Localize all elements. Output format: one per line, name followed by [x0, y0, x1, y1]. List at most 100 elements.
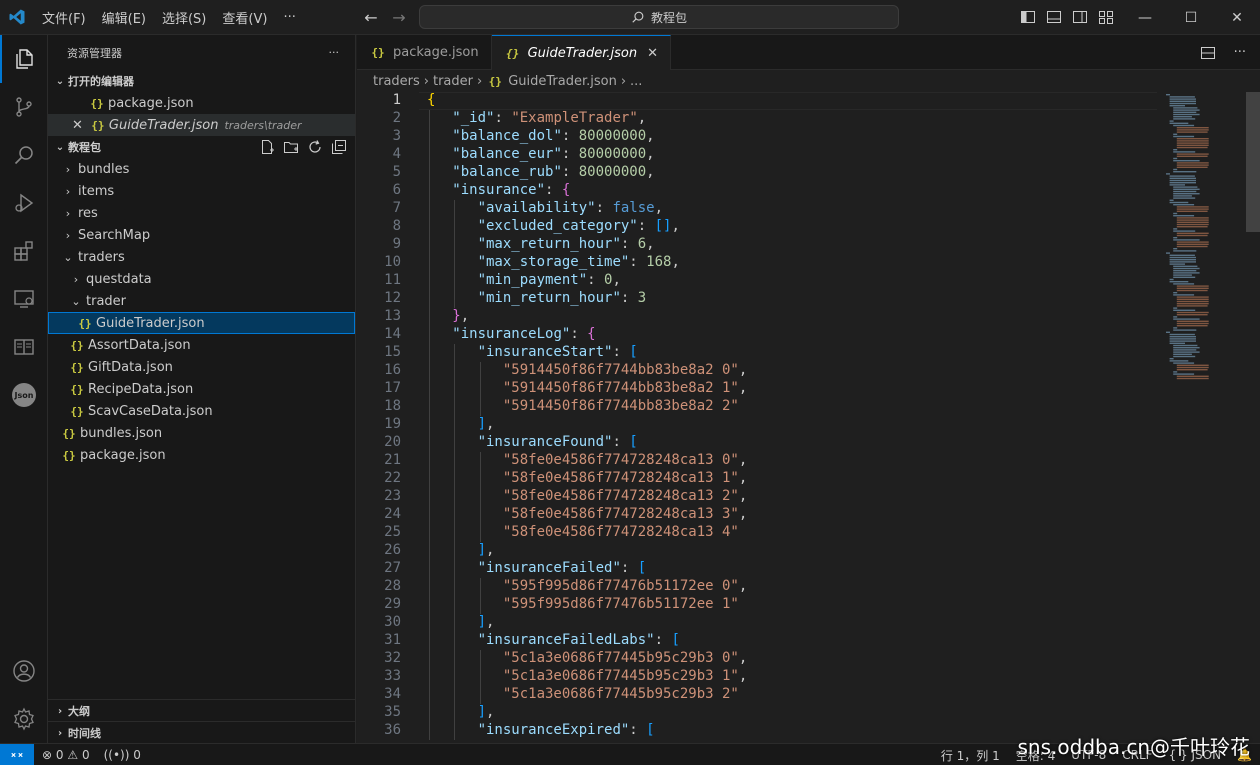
- breadcrumb-item[interactable]: traders: [373, 74, 420, 89]
- customize-layout-icon[interactable]: [1098, 9, 1114, 25]
- forward-arrow-icon[interactable]: →: [390, 8, 408, 27]
- activity-settings[interactable]: [0, 695, 48, 743]
- line-number: 9: [392, 236, 401, 252]
- minimap[interactable]: [1162, 92, 1242, 412]
- minimap-line: [1173, 111, 1197, 113]
- tree-folder[interactable]: › questdata: [48, 268, 355, 290]
- more-actions-icon[interactable]: ···: [1234, 45, 1246, 61]
- vertical-scrollbar[interactable]: [1246, 92, 1260, 743]
- remote-indicator[interactable]: [0, 744, 34, 765]
- maximize-icon[interactable]: ☐: [1168, 0, 1214, 35]
- menu-item-0[interactable]: 文件(F): [34, 8, 94, 27]
- activity-accounts[interactable]: [0, 647, 48, 695]
- collapse-all-icon[interactable]: [331, 139, 347, 155]
- close-window-icon[interactable]: ✕: [1214, 0, 1260, 35]
- tree-item-name: bundles.json: [80, 425, 163, 441]
- tree-folder[interactable]: ⌄ traders: [48, 246, 355, 268]
- chevron-right-icon: ›: [65, 162, 71, 176]
- minimap-line: [1176, 219, 1209, 221]
- split-editor-icon[interactable]: [1200, 45, 1216, 61]
- tree-file[interactable]: {} ScavCaseData.json: [48, 400, 355, 422]
- toggle-primary-sidebar-icon[interactable]: [1020, 9, 1036, 25]
- tree-file[interactable]: {} RecipeData.json: [48, 378, 355, 400]
- minimap-line: [1173, 124, 1195, 127]
- toggle-panel-icon[interactable]: [1046, 9, 1062, 25]
- activity-explorer[interactable]: [0, 35, 48, 83]
- workspace-header[interactable]: ⌄ 教程包: [48, 136, 355, 158]
- activity-search[interactable]: [0, 131, 48, 179]
- open-editor-item[interactable]: ✕ {} GuideTrader.json traders\trader: [48, 114, 355, 136]
- activity-extensions[interactable]: [0, 227, 48, 275]
- minimap-line: [1173, 316, 1178, 318]
- outline-header[interactable]: › 大纲: [48, 700, 356, 722]
- problems-indicator[interactable]: ⊗ 0 ⚠ 0: [42, 748, 90, 762]
- menu-item-2[interactable]: 选择(S): [154, 8, 214, 27]
- minimap-line: [1173, 349, 1197, 351]
- minimap-line: [1169, 340, 1196, 342]
- close-icon[interactable]: ✕: [72, 118, 83, 133]
- back-arrow-icon[interactable]: ←: [362, 8, 380, 27]
- tab-package-json[interactable]: {} package.json: [357, 35, 492, 70]
- activity-source-control[interactable]: [0, 83, 48, 131]
- activity-json[interactable]: Json: [0, 371, 48, 419]
- menu-item-4[interactable]: ···: [275, 10, 303, 25]
- minimap-line: [1173, 195, 1192, 197]
- command-center-search[interactable]: 教程包: [419, 5, 899, 29]
- breadcrumb-item[interactable]: GuideTrader.json: [508, 74, 617, 89]
- ports-indicator[interactable]: ((•)) 0: [104, 748, 141, 762]
- tree-item-name: GiftData.json: [88, 359, 173, 375]
- menu-item-3[interactable]: 查看(V): [214, 8, 275, 27]
- json-file-icon: {}: [371, 46, 385, 59]
- tree-file[interactable]: {} package.json: [48, 444, 355, 466]
- window-controls: — ☐ ✕: [1122, 0, 1260, 35]
- open-editor-name: package.json: [108, 95, 194, 111]
- tree-folder[interactable]: › SearchMap: [48, 224, 355, 246]
- minimap-line: [1176, 241, 1209, 243]
- activity-remote-explorer[interactable]: [0, 275, 48, 323]
- open-editors-header[interactable]: ⌄ 打开的编辑器: [48, 70, 355, 92]
- new-file-icon[interactable]: [259, 139, 275, 155]
- open-editor-item[interactable]: {} package.json: [48, 92, 355, 114]
- minimize-icon[interactable]: —: [1122, 0, 1168, 35]
- timeline-header[interactable]: › 时间线: [48, 722, 356, 744]
- cursor-position[interactable]: 行 1，列 1: [941, 747, 1000, 764]
- refresh-icon[interactable]: [307, 139, 323, 155]
- tree-folder[interactable]: › res: [48, 202, 355, 224]
- toggle-secondary-sidebar-icon[interactable]: [1072, 9, 1088, 25]
- minimap-line: [1169, 342, 1185, 344]
- more-actions-icon[interactable]: ···: [329, 46, 340, 59]
- code-line: "5c1a3e0686f77445b95c29b3 0",: [502, 650, 748, 666]
- tab-guidetrader-json[interactable]: {} GuideTrader.json ✕: [491, 35, 672, 70]
- tree-folder[interactable]: ⌄ trader: [48, 290, 355, 312]
- minimap-line: [1176, 320, 1209, 322]
- minimap-line: [1169, 100, 1196, 102]
- breadcrumb-item[interactable]: trader: [433, 74, 473, 89]
- account-icon: [13, 660, 35, 682]
- tree-folder[interactable]: › bundles: [48, 158, 355, 180]
- tree-item-name: SearchMap: [78, 227, 151, 243]
- line-number: 17: [384, 380, 401, 396]
- activity-run-debug[interactable]: [0, 179, 48, 227]
- minimap-line: [1176, 226, 1208, 228]
- activity-book[interactable]: [0, 323, 48, 371]
- nav-arrows: ← →: [362, 8, 408, 27]
- breadcrumb-item[interactable]: ...: [630, 74, 642, 89]
- tree-folder[interactable]: › items: [48, 180, 355, 202]
- code-editor[interactable]: 1 {2 "_id": "ExampleTrader", 3 "balance_do…: [357, 92, 1157, 743]
- minimap-line: [1173, 353, 1192, 355]
- book-icon: [14, 339, 34, 355]
- line-number: 16: [384, 362, 401, 378]
- minimap-line: [1176, 223, 1209, 226]
- menu-item-1[interactable]: 编辑(E): [94, 8, 154, 27]
- scroll-thumb[interactable]: [1246, 92, 1260, 232]
- tree-file[interactable]: {} AssortData.json: [48, 334, 355, 356]
- tree-file[interactable]: {} GuideTrader.json: [48, 312, 355, 334]
- minimap-line: [1176, 146, 1208, 149]
- minimap-line: [1169, 333, 1195, 336]
- new-folder-icon[interactable]: [283, 139, 299, 155]
- minimap-line: [1176, 162, 1209, 164]
- close-icon[interactable]: ✕: [647, 46, 658, 61]
- code-line: "max_storage_time": 168,: [477, 254, 680, 270]
- tree-file[interactable]: {} bundles.json: [48, 422, 355, 444]
- tree-file[interactable]: {} GiftData.json: [48, 356, 355, 378]
